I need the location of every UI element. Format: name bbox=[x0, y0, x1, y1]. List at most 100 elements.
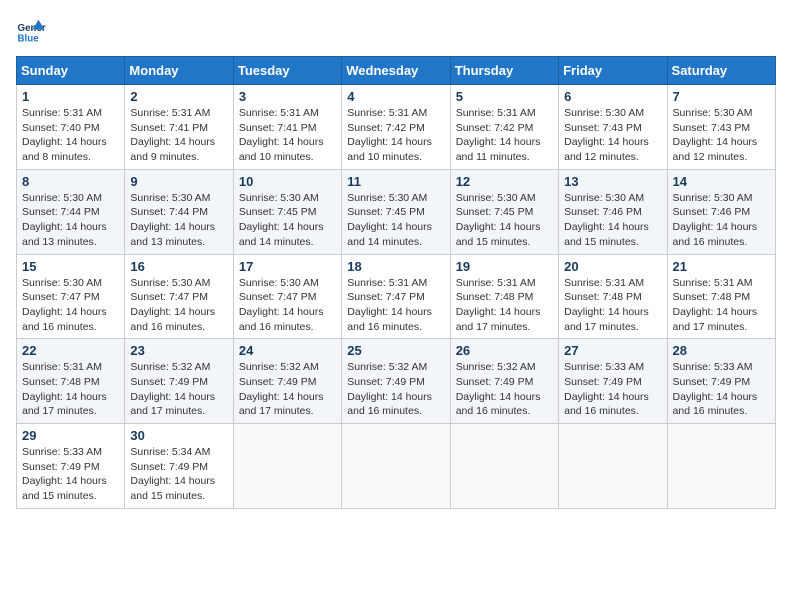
table-row: 24 Sunrise: 5:32 AMSunset: 7:49 PMDaylig… bbox=[233, 339, 341, 424]
day-info: Sunrise: 5:30 AMSunset: 7:45 PMDaylight:… bbox=[347, 192, 432, 248]
day-number: 1 bbox=[22, 89, 119, 104]
table-row: 21 Sunrise: 5:31 AMSunset: 7:48 PMDaylig… bbox=[667, 254, 775, 339]
day-info: Sunrise: 5:30 AMSunset: 7:44 PMDaylight:… bbox=[130, 192, 215, 248]
table-row: 11 Sunrise: 5:30 AMSunset: 7:45 PMDaylig… bbox=[342, 169, 450, 254]
day-info: Sunrise: 5:30 AMSunset: 7:46 PMDaylight:… bbox=[673, 192, 758, 248]
table-row: 2 Sunrise: 5:31 AMSunset: 7:41 PMDayligh… bbox=[125, 85, 233, 170]
table-row: 17 Sunrise: 5:30 AMSunset: 7:47 PMDaylig… bbox=[233, 254, 341, 339]
table-row: 23 Sunrise: 5:32 AMSunset: 7:49 PMDaylig… bbox=[125, 339, 233, 424]
table-row: 14 Sunrise: 5:30 AMSunset: 7:46 PMDaylig… bbox=[667, 169, 775, 254]
col-saturday: Saturday bbox=[667, 57, 775, 85]
table-row: 29 Sunrise: 5:33 AMSunset: 7:49 PMDaylig… bbox=[17, 424, 125, 509]
col-thursday: Thursday bbox=[450, 57, 558, 85]
day-info: Sunrise: 5:31 AMSunset: 7:48 PMDaylight:… bbox=[456, 277, 541, 333]
table-row bbox=[342, 424, 450, 509]
day-info: Sunrise: 5:30 AMSunset: 7:43 PMDaylight:… bbox=[564, 107, 649, 163]
table-row bbox=[450, 424, 558, 509]
svg-text:Blue: Blue bbox=[18, 34, 40, 45]
day-info: Sunrise: 5:31 AMSunset: 7:48 PMDaylight:… bbox=[673, 277, 758, 333]
day-info: Sunrise: 5:30 AMSunset: 7:47 PMDaylight:… bbox=[239, 277, 324, 333]
day-number: 22 bbox=[22, 343, 119, 358]
day-number: 12 bbox=[456, 174, 553, 189]
day-info: Sunrise: 5:32 AMSunset: 7:49 PMDaylight:… bbox=[456, 361, 541, 417]
table-row: 25 Sunrise: 5:32 AMSunset: 7:49 PMDaylig… bbox=[342, 339, 450, 424]
day-number: 24 bbox=[239, 343, 336, 358]
day-info: Sunrise: 5:31 AMSunset: 7:41 PMDaylight:… bbox=[130, 107, 215, 163]
col-monday: Monday bbox=[125, 57, 233, 85]
day-number: 7 bbox=[673, 89, 770, 104]
day-number: 16 bbox=[130, 259, 227, 274]
day-info: Sunrise: 5:34 AMSunset: 7:49 PMDaylight:… bbox=[130, 446, 215, 502]
day-number: 9 bbox=[130, 174, 227, 189]
day-info: Sunrise: 5:31 AMSunset: 7:47 PMDaylight:… bbox=[347, 277, 432, 333]
day-number: 5 bbox=[456, 89, 553, 104]
day-number: 21 bbox=[673, 259, 770, 274]
table-row: 19 Sunrise: 5:31 AMSunset: 7:48 PMDaylig… bbox=[450, 254, 558, 339]
table-row bbox=[667, 424, 775, 509]
table-row: 4 Sunrise: 5:31 AMSunset: 7:42 PMDayligh… bbox=[342, 85, 450, 170]
day-info: Sunrise: 5:31 AMSunset: 7:42 PMDaylight:… bbox=[347, 107, 432, 163]
table-row: 5 Sunrise: 5:31 AMSunset: 7:42 PMDayligh… bbox=[450, 85, 558, 170]
day-info: Sunrise: 5:30 AMSunset: 7:47 PMDaylight:… bbox=[22, 277, 107, 333]
day-info: Sunrise: 5:30 AMSunset: 7:47 PMDaylight:… bbox=[130, 277, 215, 333]
day-number: 15 bbox=[22, 259, 119, 274]
day-number: 18 bbox=[347, 259, 444, 274]
table-row: 10 Sunrise: 5:30 AMSunset: 7:45 PMDaylig… bbox=[233, 169, 341, 254]
calendar-table: Sunday Monday Tuesday Wednesday Thursday… bbox=[16, 56, 776, 509]
day-number: 27 bbox=[564, 343, 661, 358]
day-info: Sunrise: 5:32 AMSunset: 7:49 PMDaylight:… bbox=[239, 361, 324, 417]
day-number: 10 bbox=[239, 174, 336, 189]
day-number: 6 bbox=[564, 89, 661, 104]
table-row: 22 Sunrise: 5:31 AMSunset: 7:48 PMDaylig… bbox=[17, 339, 125, 424]
day-info: Sunrise: 5:33 AMSunset: 7:49 PMDaylight:… bbox=[673, 361, 758, 417]
day-info: Sunrise: 5:31 AMSunset: 7:40 PMDaylight:… bbox=[22, 107, 107, 163]
table-row: 12 Sunrise: 5:30 AMSunset: 7:45 PMDaylig… bbox=[450, 169, 558, 254]
day-info: Sunrise: 5:33 AMSunset: 7:49 PMDaylight:… bbox=[564, 361, 649, 417]
table-row: 7 Sunrise: 5:30 AMSunset: 7:43 PMDayligh… bbox=[667, 85, 775, 170]
day-info: Sunrise: 5:31 AMSunset: 7:48 PMDaylight:… bbox=[564, 277, 649, 333]
day-number: 4 bbox=[347, 89, 444, 104]
day-number: 30 bbox=[130, 428, 227, 443]
table-row bbox=[559, 424, 667, 509]
col-friday: Friday bbox=[559, 57, 667, 85]
table-row bbox=[233, 424, 341, 509]
day-number: 8 bbox=[22, 174, 119, 189]
table-row: 13 Sunrise: 5:30 AMSunset: 7:46 PMDaylig… bbox=[559, 169, 667, 254]
day-number: 14 bbox=[673, 174, 770, 189]
day-info: Sunrise: 5:30 AMSunset: 7:44 PMDaylight:… bbox=[22, 192, 107, 248]
table-row: 27 Sunrise: 5:33 AMSunset: 7:49 PMDaylig… bbox=[559, 339, 667, 424]
table-row: 1 Sunrise: 5:31 AMSunset: 7:40 PMDayligh… bbox=[17, 85, 125, 170]
table-row: 28 Sunrise: 5:33 AMSunset: 7:49 PMDaylig… bbox=[667, 339, 775, 424]
day-number: 13 bbox=[564, 174, 661, 189]
day-info: Sunrise: 5:33 AMSunset: 7:49 PMDaylight:… bbox=[22, 446, 107, 502]
page-header: General Blue bbox=[16, 16, 776, 46]
logo: General Blue bbox=[16, 16, 54, 46]
day-number: 25 bbox=[347, 343, 444, 358]
day-info: Sunrise: 5:32 AMSunset: 7:49 PMDaylight:… bbox=[130, 361, 215, 417]
day-number: 11 bbox=[347, 174, 444, 189]
table-row: 20 Sunrise: 5:31 AMSunset: 7:48 PMDaylig… bbox=[559, 254, 667, 339]
day-info: Sunrise: 5:31 AMSunset: 7:41 PMDaylight:… bbox=[239, 107, 324, 163]
table-row: 16 Sunrise: 5:30 AMSunset: 7:47 PMDaylig… bbox=[125, 254, 233, 339]
table-row: 8 Sunrise: 5:30 AMSunset: 7:44 PMDayligh… bbox=[17, 169, 125, 254]
day-number: 3 bbox=[239, 89, 336, 104]
table-row: 15 Sunrise: 5:30 AMSunset: 7:47 PMDaylig… bbox=[17, 254, 125, 339]
day-info: Sunrise: 5:31 AMSunset: 7:48 PMDaylight:… bbox=[22, 361, 107, 417]
day-number: 28 bbox=[673, 343, 770, 358]
day-number: 2 bbox=[130, 89, 227, 104]
day-info: Sunrise: 5:30 AMSunset: 7:46 PMDaylight:… bbox=[564, 192, 649, 248]
logo-icon: General Blue bbox=[16, 16, 46, 46]
day-info: Sunrise: 5:31 AMSunset: 7:42 PMDaylight:… bbox=[456, 107, 541, 163]
day-info: Sunrise: 5:30 AMSunset: 7:45 PMDaylight:… bbox=[239, 192, 324, 248]
table-row: 9 Sunrise: 5:30 AMSunset: 7:44 PMDayligh… bbox=[125, 169, 233, 254]
table-row: 30 Sunrise: 5:34 AMSunset: 7:49 PMDaylig… bbox=[125, 424, 233, 509]
day-number: 26 bbox=[456, 343, 553, 358]
table-row: 3 Sunrise: 5:31 AMSunset: 7:41 PMDayligh… bbox=[233, 85, 341, 170]
day-number: 29 bbox=[22, 428, 119, 443]
col-tuesday: Tuesday bbox=[233, 57, 341, 85]
table-row: 26 Sunrise: 5:32 AMSunset: 7:49 PMDaylig… bbox=[450, 339, 558, 424]
day-info: Sunrise: 5:30 AMSunset: 7:43 PMDaylight:… bbox=[673, 107, 758, 163]
col-wednesday: Wednesday bbox=[342, 57, 450, 85]
day-number: 20 bbox=[564, 259, 661, 274]
day-number: 17 bbox=[239, 259, 336, 274]
